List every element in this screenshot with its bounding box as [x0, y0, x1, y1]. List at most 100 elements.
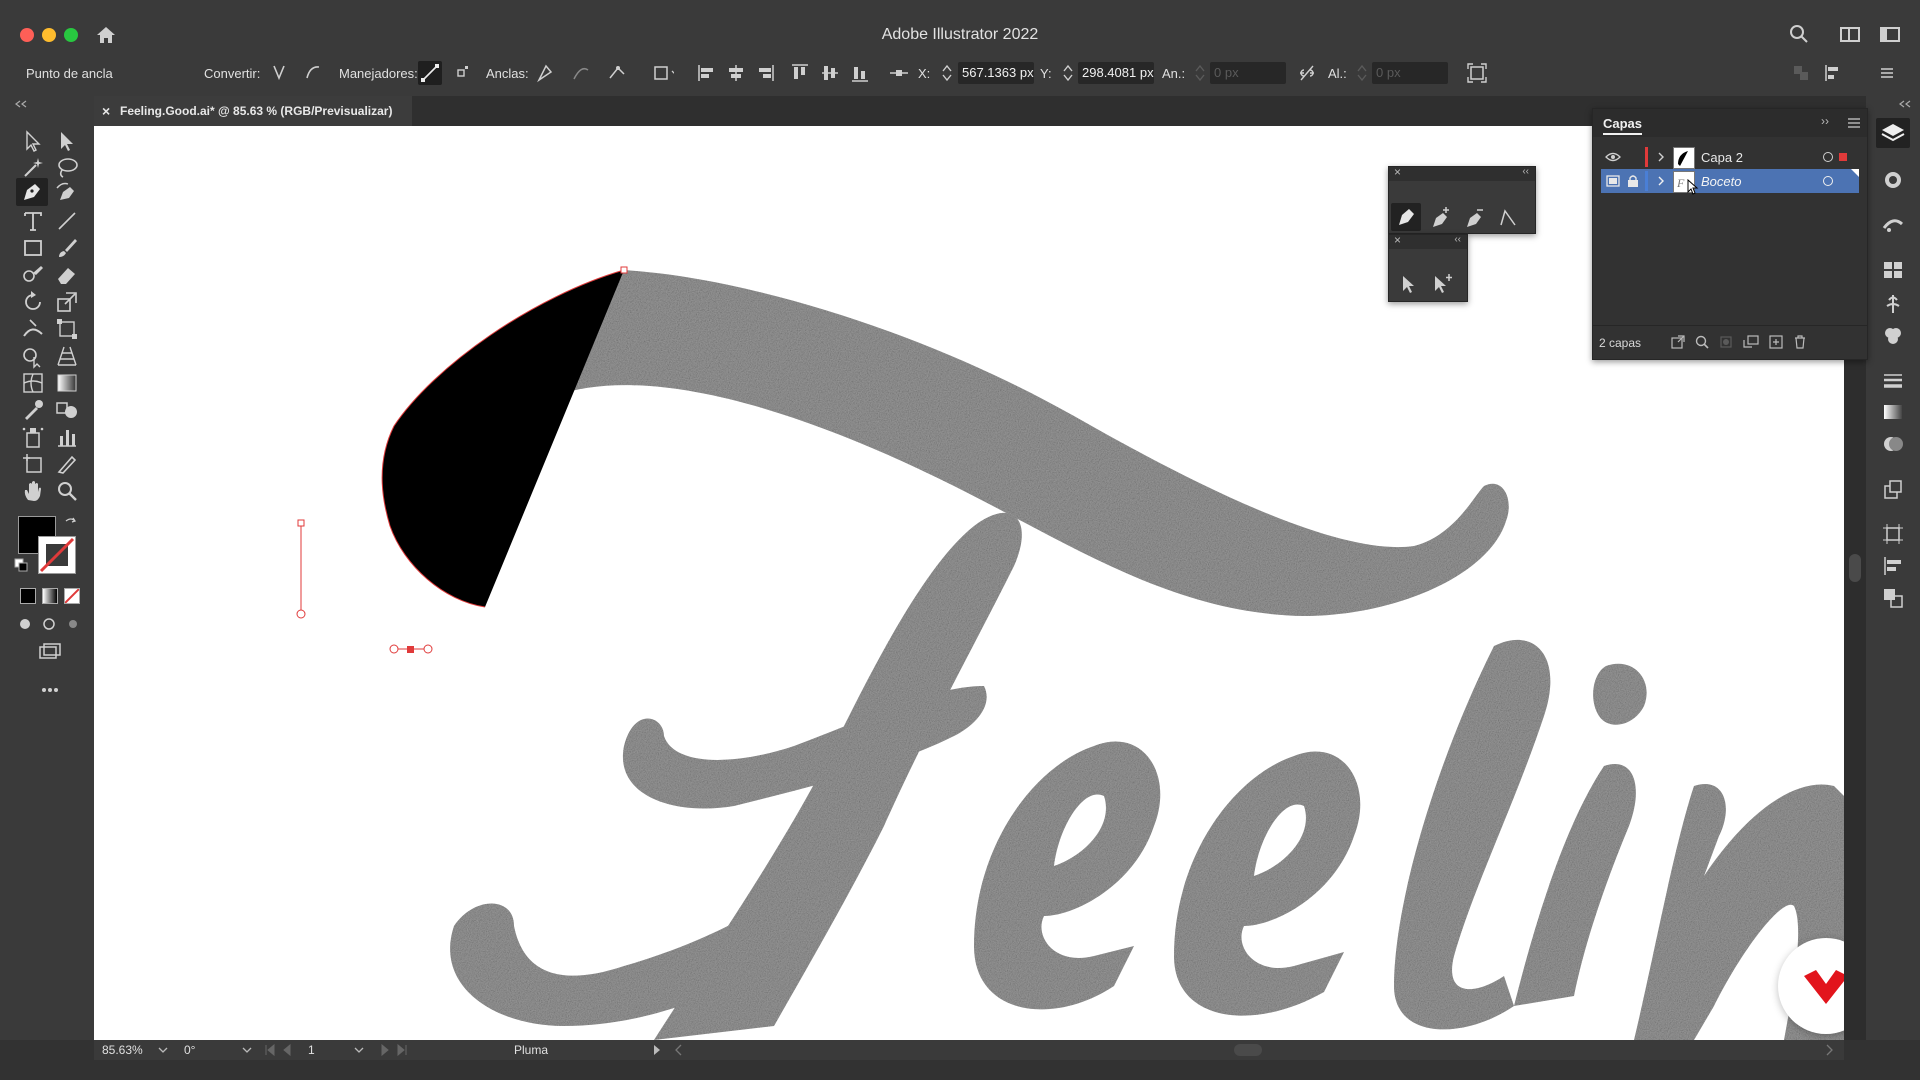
screen-mode-icon[interactable]: [38, 642, 62, 660]
shape-builder-tool-icon[interactable]: [20, 343, 46, 369]
transform-panel-icon[interactable]: [1881, 522, 1905, 546]
constrain-proportions-icon[interactable]: [1296, 62, 1318, 84]
none-mode-button[interactable]: [64, 588, 80, 604]
control-bar-menu-icon[interactable]: [1876, 62, 1898, 84]
expand-dock-icon[interactable]: [1898, 100, 1912, 108]
selected-anchor-point[interactable]: [407, 646, 414, 653]
make-clipping-mask-icon[interactable]: [1719, 335, 1733, 349]
anchor-point-tool-icon[interactable]: [1495, 205, 1521, 231]
height-stepper-icon[interactable]: [1356, 64, 1368, 82]
collect-for-export-icon[interactable]: [1671, 335, 1685, 349]
artboard-tool-icon[interactable]: [20, 451, 46, 477]
align-horizontal-center-icon[interactable]: [726, 62, 748, 84]
column-graph-tool-icon[interactable]: [54, 424, 80, 450]
layer-row-boceto[interactable]: F Boceto: [1601, 169, 1859, 195]
perspective-grid-tool-icon[interactable]: [54, 343, 80, 369]
zoom-dropdown-icon[interactable]: [158, 1046, 168, 1054]
expand-layer-chevron-icon[interactable]: [1656, 175, 1666, 187]
new-layer-icon[interactable]: [1769, 335, 1783, 349]
target-circle-icon[interactable]: [1823, 176, 1833, 186]
show-handles-button[interactable]: [418, 61, 442, 85]
height-field[interactable]: 0 px: [1372, 62, 1448, 84]
close-panel-icon[interactable]: ×: [1394, 165, 1401, 179]
align-top-icon[interactable]: [790, 62, 812, 84]
artboard-number[interactable]: 1: [308, 1043, 315, 1057]
collapse-toolbar-icon[interactable]: [14, 100, 28, 108]
direction-handle[interactable]: [296, 609, 306, 619]
rectangle-tool-icon[interactable]: [20, 235, 46, 261]
line-segment-tool-icon[interactable]: [54, 208, 80, 234]
layer-name[interactable]: Capa 2: [1701, 150, 1743, 165]
curvature-tool-icon[interactable]: [54, 180, 80, 206]
align-distribute-icon[interactable]: [1822, 62, 1844, 84]
symbols-icon[interactable]: [1881, 292, 1905, 316]
pen-tool-button[interactable]: [1391, 203, 1421, 231]
swap-fill-stroke-icon[interactable]: [64, 516, 78, 530]
align-left-icon[interactable]: [696, 62, 718, 84]
stroke-panel-icon[interactable]: [1881, 368, 1905, 392]
scroll-left-icon[interactable]: [674, 1044, 684, 1056]
visibility-eye-icon[interactable]: [1605, 151, 1621, 163]
edit-toolbar-icon[interactable]: [40, 686, 60, 694]
selection-tool-icon[interactable]: [20, 128, 46, 154]
gradient-tool-icon[interactable]: [54, 370, 80, 396]
selection-indicator-icon[interactable]: [1839, 153, 1847, 161]
transparency-icon[interactable]: [1881, 432, 1905, 456]
workspace-switcher-icon[interactable]: [1840, 27, 1860, 42]
create-sublayer-icon[interactable]: [1743, 335, 1759, 349]
panel-menu-icon[interactable]: [1847, 117, 1861, 129]
target-circle-icon[interactable]: [1823, 152, 1833, 162]
x-stepper-icon[interactable]: [941, 64, 953, 82]
collapse-panel-icon[interactable]: ‹‹: [1522, 166, 1529, 177]
width-stepper-icon[interactable]: [1194, 64, 1206, 82]
eraser-tool-icon[interactable]: [54, 262, 80, 288]
delete-layer-icon[interactable]: [1793, 334, 1807, 349]
symbol-sprayer-tool-icon[interactable]: [20, 424, 46, 450]
layer-name[interactable]: Boceto: [1701, 174, 1741, 189]
convert-to-smooth-icon[interactable]: [302, 62, 324, 84]
first-previous-artboard-icons[interactable]: [264, 1044, 294, 1056]
pathfinder-panel-icon[interactable]: [1881, 586, 1905, 610]
paintbrush-tool-icon[interactable]: [54, 235, 80, 261]
rotation-dropdown-icon[interactable]: [242, 1046, 252, 1054]
mesh-tool-icon[interactable]: [20, 370, 46, 396]
lock-icon[interactable]: [1627, 174, 1639, 188]
swatches-icon[interactable]: [1881, 258, 1905, 282]
zoom-tool-icon[interactable]: [54, 478, 80, 504]
artboard-canvas[interactable]: × ‹‹ × ‹‹: [94, 126, 1844, 1040]
blend-tool-icon[interactable]: [54, 397, 80, 423]
close-panel-icon[interactable]: ×: [1394, 233, 1401, 247]
delete-anchor-point-icon[interactable]: [1461, 205, 1487, 231]
draw-modes-icons[interactable]: [18, 616, 82, 632]
lasso-tool-icon[interactable]: [54, 155, 80, 181]
direct-selection-tool-icon[interactable]: [1395, 271, 1421, 297]
slice-tool-icon[interactable]: [54, 451, 80, 477]
layers-panel-button[interactable]: [1876, 118, 1910, 148]
scale-tool-icon[interactable]: [54, 289, 80, 315]
search-icon[interactable]: [1790, 25, 1808, 43]
x-position-field[interactable]: 567.1363 px: [958, 62, 1034, 84]
layer-row-capa-2[interactable]: Capa 2: [1601, 145, 1859, 169]
y-stepper-icon[interactable]: [1062, 64, 1074, 82]
transform-dropdown-icon[interactable]: [652, 62, 674, 84]
align-bottom-icon[interactable]: [850, 62, 872, 84]
cut-path-icon[interactable]: [606, 62, 628, 84]
shaper-tool-icon[interactable]: [20, 262, 46, 288]
free-transform-tool-icon[interactable]: [54, 316, 80, 342]
gradient-panel-icon[interactable]: [1881, 400, 1905, 424]
export-asset-icon[interactable]: [1881, 478, 1905, 502]
hand-tool-icon[interactable]: [20, 478, 46, 504]
rotation-value[interactable]: 0°: [184, 1043, 195, 1057]
align-panel-icon[interactable]: [1881, 554, 1905, 578]
connect-anchors-icon[interactable]: [570, 62, 592, 84]
type-tool-icon[interactable]: [20, 208, 46, 234]
scroll-right-icon[interactable]: [1824, 1044, 1834, 1056]
horizontal-scroll-thumb[interactable]: [1234, 1044, 1262, 1056]
default-fill-stroke-icon[interactable]: [14, 558, 28, 572]
appearance-icon[interactable]: [1881, 168, 1905, 192]
anchor-point[interactable]: [297, 519, 305, 527]
artboard-dropdown-icon[interactable]: [354, 1046, 364, 1054]
pen-tool-button[interactable]: [16, 178, 48, 206]
arrange-documents-icon[interactable]: [1880, 27, 1900, 42]
eyedropper-tool-icon[interactable]: [20, 397, 46, 423]
